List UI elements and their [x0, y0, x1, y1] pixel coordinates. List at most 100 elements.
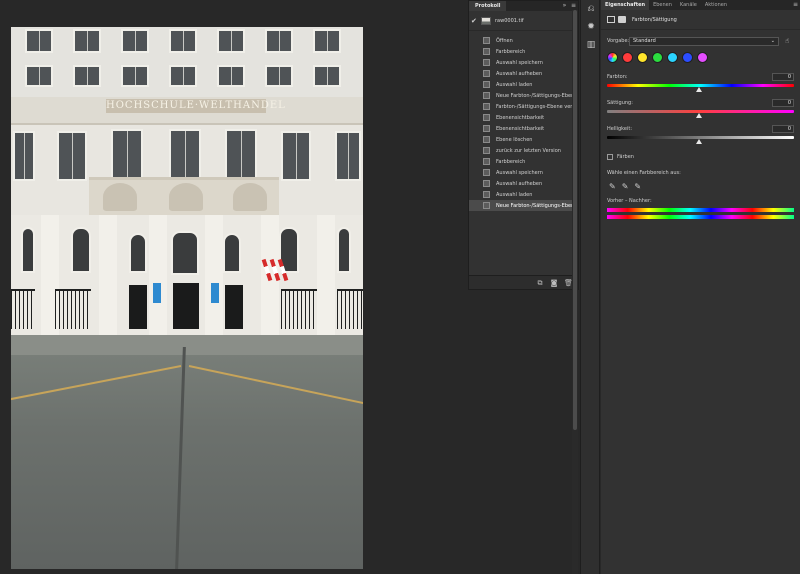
- history-item-label: Auswahl laden: [496, 191, 533, 198]
- vertical-scrollbar[interactable]: [572, 10, 578, 574]
- history-item[interactable]: Auswahl speichern: [469, 167, 578, 178]
- history-step-icon: [483, 136, 490, 143]
- history-item[interactable]: Auswahl speichern: [469, 57, 578, 68]
- brightness-icon[interactable]: ✹: [581, 18, 601, 36]
- column: [149, 215, 167, 335]
- history-item-label: Farbbereich: [496, 158, 526, 165]
- eyedropper-icon[interactable]: ✎: [609, 182, 616, 191]
- window: [121, 65, 149, 87]
- sculpture-relief: [233, 183, 267, 211]
- tab-aktionen[interactable]: Aktionen: [701, 0, 731, 10]
- history-step-icon: [483, 147, 490, 154]
- preset-dropdown[interactable]: Standard ⌄: [629, 36, 779, 46]
- door: [129, 285, 147, 329]
- scrollbar-thumb[interactable]: [573, 10, 577, 430]
- eyedropper-minus-icon[interactable]: ✎: [634, 182, 641, 191]
- column: [317, 215, 335, 335]
- history-item-label: Auswahl aufheben: [496, 180, 543, 187]
- hue-slider-handle[interactable]: [696, 87, 702, 92]
- history-item[interactable]: Farbton-/Sättigungs-Ebene ver...: [469, 101, 578, 112]
- history-step-icon: [483, 158, 490, 165]
- history-item[interactable]: Auswahl aufheben: [469, 178, 578, 189]
- history-item[interactable]: Auswahl laden: [469, 189, 578, 200]
- window: [25, 29, 53, 53]
- history-item[interactable]: Farbbereich: [469, 46, 578, 57]
- window: [13, 131, 35, 181]
- window: [217, 29, 245, 53]
- document-image[interactable]: HOCHSCHULE·WELTHANDEL: [11, 27, 363, 569]
- new-document-from-state-icon[interactable]: ⧉: [536, 279, 544, 287]
- camera-icon[interactable]: ◙: [550, 279, 558, 287]
- adjustment-header: Farbton/Sättigung: [601, 10, 800, 30]
- hue-saturation-icon[interactable]: [607, 16, 615, 23]
- window: [57, 131, 87, 181]
- window: [169, 29, 197, 53]
- history-step-icon: [483, 103, 490, 110]
- tab-protokoll[interactable]: Protokoll: [469, 1, 507, 11]
- window: [225, 129, 257, 181]
- after-color-bar[interactable]: [607, 215, 794, 219]
- fence: [11, 289, 35, 329]
- window: [121, 29, 149, 53]
- colorize-label: Färben: [617, 154, 634, 160]
- channel-swatch-blue[interactable]: [682, 51, 693, 63]
- arched-window: [337, 227, 351, 273]
- history-item[interactable]: Ebenensichtbarkeit: [469, 123, 578, 134]
- window: [25, 65, 53, 87]
- history-item[interactable]: Neue Farbton-/Sättigungs-Ebene: [469, 200, 578, 211]
- tab-ebenen[interactable]: Ebenen: [649, 0, 676, 10]
- lightness-slider-handle[interactable]: [696, 139, 702, 144]
- history-step-icon: [483, 81, 490, 88]
- hue-value-field[interactable]: 0: [772, 73, 794, 81]
- column: [99, 215, 117, 335]
- colorize-checkbox[interactable]: [607, 154, 613, 160]
- menu-icon[interactable]: ≡: [791, 0, 800, 10]
- saturation-slider-handle[interactable]: [696, 113, 702, 118]
- window: [217, 65, 245, 87]
- channel-swatch-magenta[interactable]: [697, 51, 708, 63]
- tab-kanaele[interactable]: Kanäle: [676, 0, 701, 10]
- history-step-icon: [483, 202, 490, 209]
- history-item[interactable]: Ebene löschen: [469, 134, 578, 145]
- saturation-value-field[interactable]: 0: [772, 99, 794, 107]
- chevron-down-icon: ⌄: [770, 37, 775, 44]
- history-item-label: Auswahl aufheben: [496, 70, 543, 77]
- channel-swatch-green[interactable]: [652, 51, 663, 63]
- hue-slider-block: Farbton: 0: [601, 72, 800, 92]
- history-item-label: Auswahl speichern: [496, 59, 543, 66]
- history-step-icon: [483, 191, 490, 198]
- history-item[interactable]: Ebenensichtbarkeit: [469, 112, 578, 123]
- history-item[interactable]: Öffnen: [469, 35, 578, 46]
- history-item[interactable]: Auswahl aufheben: [469, 68, 578, 79]
- snapshot-thumbnail: [481, 16, 491, 25]
- tab-eigenschaften[interactable]: Eigenschaften: [601, 0, 650, 10]
- history-snapshot[interactable]: ✔ raw0001.tif: [469, 11, 578, 31]
- targeted-adjustment-hand-icon[interactable]: ☝: [785, 37, 789, 45]
- history-step-icon: [483, 180, 490, 187]
- chevron-double-right-icon[interactable]: »: [560, 1, 569, 11]
- history-item[interactable]: Auswahl laden: [469, 79, 578, 90]
- history-item-label: Ebenensichtbarkeit: [496, 125, 545, 132]
- eyedropper-plus-icon[interactable]: ✎: [622, 182, 629, 191]
- trash-icon[interactable]: 🗑: [564, 279, 573, 287]
- arched-window: [223, 233, 241, 273]
- library-icon[interactable]: ▥: [581, 36, 601, 54]
- history-item-label: Ebenensichtbarkeit: [496, 114, 545, 121]
- door: [225, 285, 243, 329]
- master-channel-swatch[interactable]: [607, 51, 618, 63]
- history-item-label: Auswahl speichern: [496, 169, 543, 176]
- saturation-label: Sättigung:: [607, 100, 633, 106]
- window: [111, 129, 143, 181]
- history-item[interactable]: Neue Farbton-/Sättigungs-Ebene: [469, 90, 578, 101]
- channel-swatch-red[interactable]: [622, 51, 633, 63]
- history-item[interactable]: zurück zur letzten Version: [469, 145, 578, 156]
- channel-swatch-cyan[interactable]: [667, 51, 678, 63]
- history-item[interactable]: Farbbereich: [469, 156, 578, 167]
- colorize-row: Färben: [601, 152, 800, 162]
- checkmark-icon[interactable]: ✔: [471, 17, 481, 25]
- layer-mask-icon[interactable]: [618, 16, 626, 23]
- lightness-value-field[interactable]: 0: [772, 125, 794, 133]
- history-panel-icon[interactable]: ⎌: [581, 0, 601, 18]
- channel-swatch-yellow[interactable]: [637, 51, 648, 63]
- adjustment-title: Farbton/Sättigung: [632, 16, 677, 23]
